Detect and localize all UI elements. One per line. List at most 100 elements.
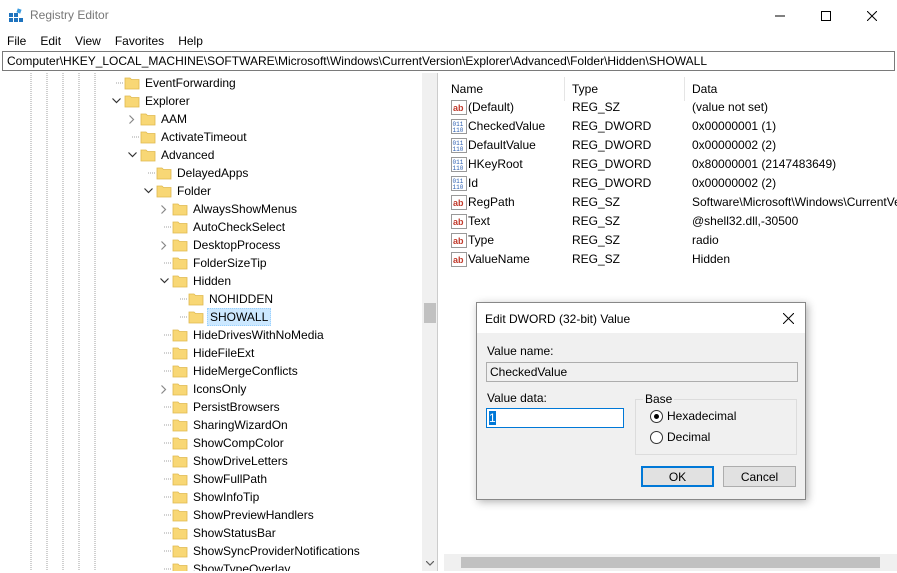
registry-editor-icon [9, 8, 23, 22]
tree-item[interactable]: ActivateTimeout [124, 128, 249, 146]
tree-item-label: EventForwarding [145, 76, 236, 90]
tree-scrollbar-thumb[interactable] [424, 303, 436, 323]
tree-item[interactable]: AlwaysShowMenus [156, 200, 299, 218]
list-row[interactable]: ab (Default) REG_SZ (value not set) [444, 98, 897, 117]
binary-value-icon: 011 110 [451, 138, 467, 153]
cancel-button[interactable]: Cancel [723, 466, 796, 487]
tree-item[interactable]: EventForwarding [108, 74, 238, 92]
tree-item[interactable]: Hidden [156, 272, 233, 290]
tree-item[interactable]: AAM [124, 110, 189, 128]
tree-item[interactable]: PersistBrowsers [156, 398, 282, 416]
list-row[interactable]: 011 110 Id REG_DWORD 0x00000002 (2) [444, 174, 897, 193]
binary-value-icon: 011 110 [451, 157, 467, 172]
chevron-right-icon[interactable] [156, 200, 172, 218]
tree-item[interactable]: FolderSizeTip [156, 254, 269, 272]
tree-connector [140, 164, 156, 182]
tree-item[interactable]: HideFileExt [156, 344, 256, 362]
list-row[interactable]: 011 110 CheckedValue REG_DWORD 0x00000001 (1… [444, 117, 897, 136]
tree-item[interactable]: IconsOnly [156, 380, 248, 398]
dialog-close-button[interactable] [771, 303, 805, 333]
tree-item[interactable]: ShowFullPath [156, 470, 269, 488]
list-row[interactable]: 011 110 HKeyRoot REG_DWORD 0x80000001 (21474… [444, 155, 897, 174]
close-icon [782, 312, 794, 324]
folder-icon [172, 256, 188, 270]
tree-item-label: ShowStatusBar [193, 526, 276, 540]
chevron-right-icon[interactable] [124, 110, 140, 128]
tree-item[interactable]: Folder [140, 182, 213, 200]
folder-icon [188, 310, 204, 324]
list-row[interactable]: ab ValueName REG_SZ Hidden [444, 250, 897, 269]
tree-item[interactable]: ShowInfoTip [156, 488, 261, 506]
scroll-down-button[interactable] [422, 555, 437, 571]
list-row[interactable]: ab RegPath REG_SZ Software\Microsoft\Window… [444, 193, 897, 212]
ok-button[interactable]: OK [641, 466, 714, 487]
chevron-down-icon[interactable] [156, 272, 172, 290]
radio-unchecked-icon [650, 430, 663, 444]
menu-file[interactable]: File [0, 31, 33, 51]
value-data: 0x00000001 (1) [692, 119, 777, 133]
tree-item-label: Hidden [193, 274, 232, 288]
folder-icon [172, 274, 188, 288]
tree-item[interactable]: SHOWALL [172, 308, 272, 326]
tree-connector [156, 452, 172, 470]
hexadecimal-radio[interactable]: Hexadecimal [650, 409, 736, 423]
tree-item[interactable]: Advanced [124, 146, 216, 164]
chevron-right-icon[interactable] [156, 380, 172, 398]
tree-item[interactable]: HideDrivesWithNoMedia [156, 326, 326, 344]
tree-scrollbar[interactable] [422, 73, 437, 571]
svg-text:ab: ab [453, 255, 464, 265]
tree-item-label: AutoCheckSelect [193, 220, 286, 234]
svg-text:ab: ab [453, 103, 464, 113]
menu-help[interactable]: Help [171, 31, 210, 51]
tree-item[interactable]: SharingWizardOn [156, 416, 290, 434]
chevron-down-icon[interactable] [124, 146, 140, 164]
value-name: Type [468, 233, 495, 247]
menu-edit[interactable]: Edit [33, 31, 68, 51]
folder-icon [124, 76, 140, 90]
folder-icon [172, 400, 188, 414]
tree-connector [156, 398, 172, 416]
tree-connector [156, 560, 172, 571]
menu-favorites[interactable]: Favorites [108, 31, 171, 51]
tree-item[interactable]: ShowPreviewHandlers [156, 506, 316, 524]
decimal-radio[interactable]: Decimal [650, 430, 710, 444]
tree-item-label: ShowCompColor [193, 436, 284, 450]
value-data: Software\Microsoft\Windows\CurrentVersio… [692, 195, 897, 209]
menu-bar: File Edit View Favorites Help [0, 31, 897, 51]
minimize-icon [775, 15, 785, 16]
chevron-down-icon[interactable] [140, 182, 156, 200]
tree-item[interactable]: ShowSyncProviderNotifications [156, 542, 362, 560]
list-row[interactable]: ab Type REG_SZ radio [444, 231, 897, 250]
string-value-icon: ab [451, 100, 467, 115]
folder-icon [172, 382, 188, 396]
tree-item[interactable]: AutoCheckSelect [156, 218, 287, 236]
tree-connector [156, 488, 172, 506]
chevron-right-icon[interactable] [156, 236, 172, 254]
value-data: Hidden [692, 252, 731, 266]
chevron-down-icon[interactable] [108, 92, 124, 110]
tree-item[interactable]: Explorer [108, 92, 192, 110]
tree-item[interactable]: NOHIDDEN [172, 290, 275, 308]
address-bar[interactable]: Computer\HKEY_LOCAL_MACHINE\SOFTWARE\Mic… [2, 51, 895, 71]
value-data-input[interactable]: 1 [486, 408, 624, 428]
tree-item[interactable]: ShowTypeOverlay [156, 560, 292, 571]
tree-item-label: ShowPreviewHandlers [193, 508, 314, 522]
tree-item-label: NOHIDDEN [209, 292, 274, 306]
tree-item[interactable]: ShowCompColor [156, 434, 286, 452]
list-row[interactable]: ab Text REG_SZ @shell32.dll,-30500 [444, 212, 897, 231]
tree-connector [108, 74, 124, 92]
tree-item[interactable]: HideMergeConflicts [156, 362, 300, 380]
list-row[interactable]: 011 110 DefaultValue REG_DWORD 0x00000002 (2… [444, 136, 897, 155]
close-button[interactable] [849, 0, 895, 31]
minimize-button[interactable] [757, 0, 803, 31]
tree-item[interactable]: ShowStatusBar [156, 524, 278, 542]
tree-item[interactable]: DelayedApps [140, 164, 250, 182]
list-scrollbar-thumb[interactable] [461, 557, 880, 568]
tree-item[interactable]: ShowDriveLetters [156, 452, 290, 470]
tree-item-label: SHOWALL [207, 308, 272, 326]
value-type: REG_SZ [572, 233, 621, 247]
list-horizontal-scrollbar[interactable] [444, 554, 897, 571]
maximize-button[interactable] [803, 0, 849, 31]
menu-view[interactable]: View [68, 31, 108, 51]
tree-item[interactable]: DesktopProcess [156, 236, 282, 254]
